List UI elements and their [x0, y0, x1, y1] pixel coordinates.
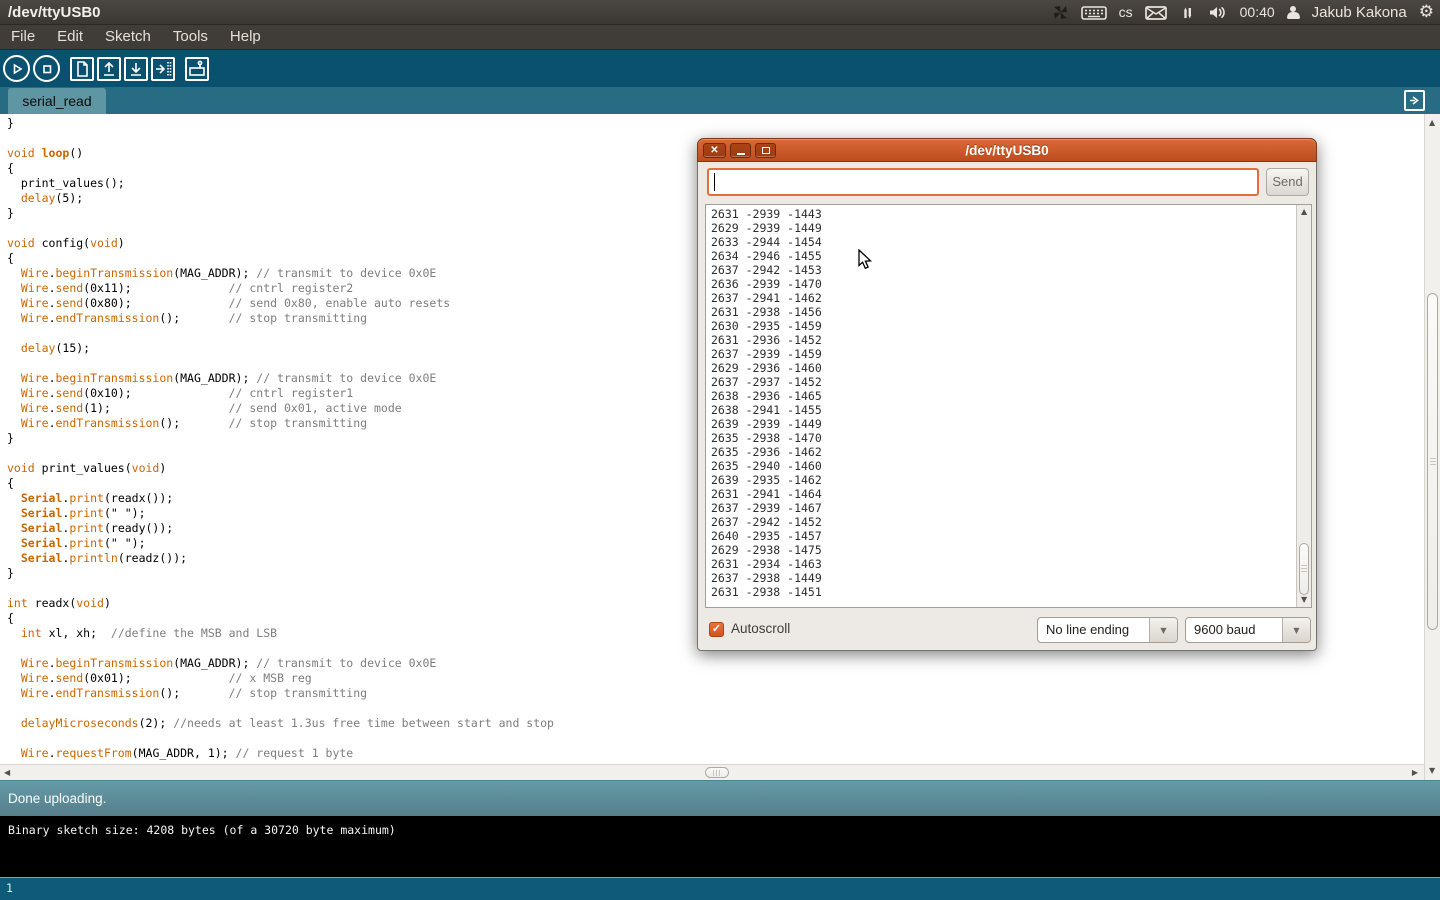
menu-edit[interactable]: Edit	[46, 25, 94, 49]
status-bar: Done uploading.	[0, 780, 1440, 816]
focused-window-title: /dev/ttyUSB0	[8, 0, 101, 25]
maximize-icon	[762, 147, 770, 154]
editor-hscrollbar[interactable]: ◀ ▶	[0, 764, 1424, 780]
serial-monitor-titlebar[interactable]: /dev/ttyUSB0 ✕	[697, 138, 1317, 162]
line-ending-value: No line ending	[1038, 618, 1149, 642]
desktop-panel: /dev/ttyUSB0 cs	[0, 0, 1440, 25]
tab-serial-read[interactable]: serial_read	[8, 88, 106, 114]
stop-button[interactable]	[33, 55, 60, 82]
chevron-down-icon[interactable]: ▼	[1149, 618, 1177, 642]
applet-pinwheel-icon[interactable]	[1052, 4, 1069, 21]
serial-monitor-icon	[187, 59, 207, 79]
code-line: Wire.send(0x01); // x MSB reg	[7, 671, 1424, 686]
play-icon	[10, 62, 24, 76]
code-line	[7, 701, 1424, 716]
scroll-down-icon[interactable]: ▼	[1429, 767, 1435, 775]
menu-tools[interactable]: Tools	[162, 25, 219, 49]
code-line: Wire.endTransmission(); // stop transmit…	[7, 686, 1424, 701]
scroll-up-icon[interactable]: ▲	[1429, 119, 1435, 127]
baud-rate-select[interactable]: 9600 baud ▼	[1185, 617, 1311, 643]
close-button[interactable]: ✕	[703, 143, 726, 158]
serial-output-text: 2631 -2939 -1443 2629 -2939 -1449 2633 -…	[706, 205, 1294, 607]
maximize-button[interactable]	[755, 143, 776, 158]
close-icon: ✕	[710, 144, 718, 157]
checkmark-icon: ✓	[712, 623, 721, 635]
console-line: Binary sketch size: 4208 bytes (of a 307…	[8, 823, 396, 837]
open-sketch-button[interactable]	[97, 57, 121, 81]
keyboard-layout-label[interactable]: cs	[1119, 0, 1133, 25]
build-console: Binary sketch size: 4208 bytes (of a 307…	[0, 816, 1440, 877]
system-tray: cs 00:40 Jakub Kakona ⚙	[1052, 0, 1434, 25]
editor-vscroll-thumb[interactable]	[1427, 293, 1438, 630]
serial-input[interactable]	[707, 168, 1259, 196]
minimize-button[interactable]	[730, 143, 751, 158]
editor-vscrollbar[interactable]: ▲ ▼	[1424, 114, 1440, 780]
menubar: FileEditSketchToolsHelp	[0, 25, 1440, 50]
code-line: Wire.requestFrom(MAG_ADDR, 1); // reques…	[7, 746, 1424, 761]
text-caret	[714, 173, 715, 191]
down-arrow-icon	[126, 59, 146, 79]
upload-arrow-icon	[153, 59, 173, 79]
sync-arrows-icon[interactable]	[1179, 5, 1196, 21]
code-line: }	[7, 116, 1424, 131]
save-sketch-button[interactable]	[124, 57, 148, 81]
volume-icon[interactable]	[1208, 5, 1228, 20]
minimize-icon	[737, 153, 745, 155]
scroll-up-icon[interactable]: ▲	[1301, 208, 1307, 216]
verify-button[interactable]	[3, 55, 30, 82]
serial-monitor-window: /dev/ttyUSB0 ✕ Send 2631 -2939 -1443 262…	[697, 138, 1317, 651]
tab-menu-button[interactable]	[1404, 90, 1425, 111]
mouse-cursor	[858, 249, 873, 270]
clock[interactable]: 00:40	[1240, 0, 1275, 25]
menu-sketch[interactable]: Sketch	[94, 25, 162, 49]
baud-rate-value: 9600 baud	[1186, 618, 1282, 642]
user-menu[interactable]: Jakub Kakona	[1312, 0, 1407, 25]
new-file-icon	[72, 59, 92, 79]
upload-button[interactable]	[151, 57, 175, 81]
chevron-down-icon[interactable]: ▼	[1282, 618, 1310, 642]
serial-vscrollbar[interactable]: ▲ ▼	[1296, 205, 1311, 607]
new-sketch-button[interactable]	[70, 57, 94, 81]
serial-output[interactable]: 2631 -2939 -1443 2629 -2939 -1449 2633 -…	[705, 204, 1312, 608]
user-icon	[1287, 6, 1300, 20]
code-line	[7, 731, 1424, 746]
tab-bar: serial_read	[0, 87, 1440, 114]
scroll-left-icon[interactable]: ◀	[4, 769, 10, 777]
keyboard-layout-icon[interactable]	[1081, 6, 1107, 20]
up-arrow-icon	[99, 59, 119, 79]
line-ending-select[interactable]: No line ending ▼	[1037, 617, 1178, 643]
code-line: Wire.beginTransmission(MAG_ADDR); // tra…	[7, 656, 1424, 671]
stop-icon	[40, 62, 54, 76]
scroll-right-icon[interactable]: ▶	[1412, 769, 1418, 777]
mail-icon[interactable]	[1145, 6, 1167, 20]
menu-file[interactable]: File	[0, 25, 46, 49]
menu-help[interactable]: Help	[219, 25, 272, 49]
autoscroll-checkbox[interactable]: ✓	[709, 622, 724, 637]
send-button[interactable]: Send	[1266, 168, 1309, 196]
right-arrow-icon	[1407, 93, 1422, 108]
scroll-down-icon[interactable]: ▼	[1301, 596, 1307, 604]
autoscroll-label[interactable]: Autoscroll	[731, 621, 790, 636]
editor-hscroll-thumb[interactable]	[705, 767, 729, 778]
screen: /dev/ttyUSB0 cs	[0, 0, 1440, 900]
code-line: delayMicroseconds(2); //needs at least 1…	[7, 716, 1424, 731]
serial-vscroll-thumb[interactable]	[1299, 543, 1309, 595]
ide-toolbar	[0, 50, 1440, 87]
serial-monitor-title: /dev/ttyUSB0	[698, 139, 1316, 163]
line-indicator: 1	[0, 877, 1440, 900]
session-gear-icon[interactable]: ⚙	[1419, 0, 1434, 25]
serial-monitor-button[interactable]	[185, 57, 209, 81]
